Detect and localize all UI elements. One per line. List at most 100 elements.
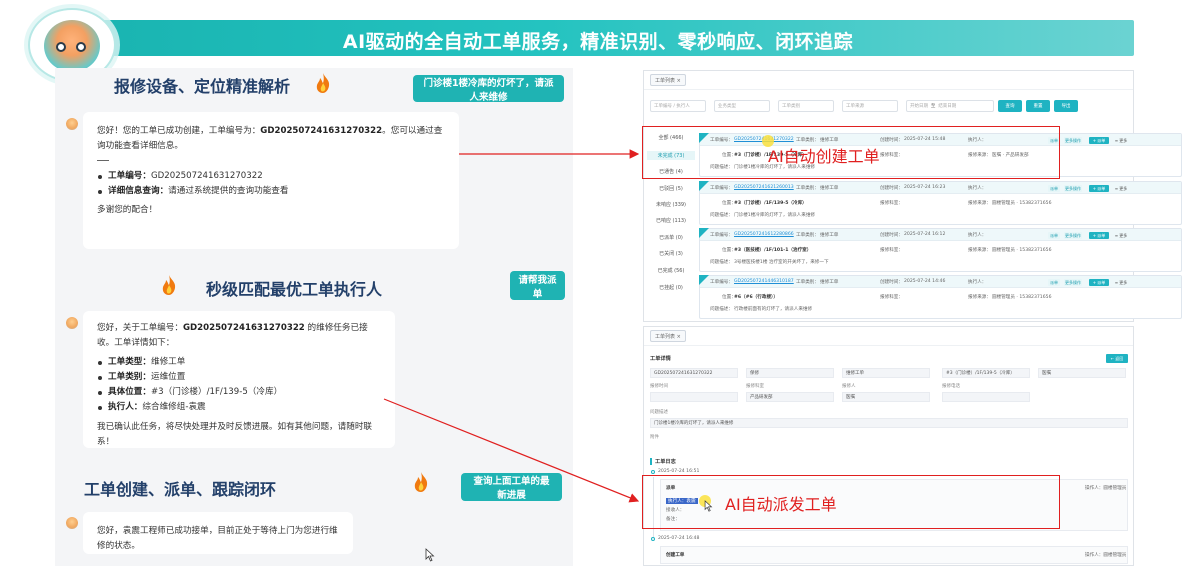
label-created-time: 创建时间：: [880, 233, 903, 238]
side-filter-rejected[interactable]: 已驳回 (5): [647, 185, 695, 192]
side-filter-suspended[interactable]: 已挂起 (0): [647, 284, 695, 291]
msg1-list: 工单编号：GD202507241631270322 详细信息查询：请通过系统提供…: [97, 169, 445, 199]
more-button[interactable]: ≡ 更多: [1113, 232, 1129, 239]
order-no-link[interactable]: GD202507241446310187: [734, 279, 794, 284]
more-ops-link[interactable]: 更多操作: [1064, 232, 1082, 239]
assistant-avatar-icon: [66, 517, 78, 529]
label-report-phone: 报修电话: [942, 384, 960, 389]
item-label: 工单编号：: [108, 171, 151, 182]
item-value: 运维位置: [150, 372, 186, 383]
divider: [644, 89, 1133, 90]
dispatch-button[interactable]: + 派单: [1089, 232, 1109, 239]
item-value: GD202507241631270322: [150, 171, 263, 182]
label-report-dept: 报修科室: [746, 384, 764, 389]
callout-create: AI自动创建工单: [768, 147, 880, 166]
banner-title: AI驱动的全自动工单服务，精准识别、零秒响应、闭环追踪: [342, 31, 854, 53]
msg2-list: 工单类型：维修工单 工单类别：运维位置 具体位置：#3（门诊楼）/1F/139-…: [97, 355, 381, 415]
label-dept: 报修科室：: [880, 201, 903, 206]
section-title-3: 工单创建、派单、跟踪闭环: [84, 480, 277, 499]
log-title: 工单日志: [655, 459, 676, 465]
side-filter-responded[interactable]: 已响应 (113): [647, 217, 695, 224]
order-card[interactable]: 工单编号： GD202507241612280866 工单类别： 维修工单 创建…: [699, 228, 1182, 272]
label-order-no: 工单编号：: [710, 233, 733, 238]
more-ops-link[interactable]: 更多操作: [1064, 185, 1082, 192]
date-separator: 至: [930, 104, 936, 109]
log2-title: 创建工单: [666, 553, 685, 558]
more-ops-link[interactable]: 更多操作: [1064, 279, 1082, 286]
reset-button[interactable]: 重置: [1026, 100, 1050, 112]
tab-order-list[interactable]: 工单列表 ×: [650, 330, 686, 342]
dispatch-link[interactable]: 派单: [1048, 279, 1060, 286]
source: 圆楼管理员 · 15382371656: [992, 248, 1052, 253]
order-no-link[interactable]: GD202507241621260013: [734, 185, 794, 190]
detail-reporter: 医嘱: [1038, 368, 1126, 378]
list-item: 详细信息查询：请通过系统提供的查询功能查看: [97, 184, 445, 199]
assistant-avatar-icon: [66, 118, 78, 130]
order-card[interactable]: 工单编号： GD202507241446310187 工单类别： 维修工单 创建…: [699, 275, 1182, 319]
msg1-intro-pre: 您好！您的工单已成功创建，工单编号为：: [97, 126, 261, 136]
log2-time: 2025-07-24 16:48: [658, 536, 700, 541]
more-button[interactable]: ≡ 更多: [1113, 137, 1129, 144]
more-ops-link[interactable]: 更多操作: [1064, 137, 1082, 144]
business-type-filter[interactable]: 业务类型: [714, 100, 770, 112]
created-time: 2025-07-24 14:46: [904, 279, 946, 284]
tab-order-list[interactable]: 工单列表 ×: [650, 74, 686, 86]
dispatch-button[interactable]: + 派单: [1089, 185, 1109, 192]
dispatch-request-button[interactable]: 请帮我派单: [510, 271, 565, 300]
more-button[interactable]: ≡ 更多: [1113, 185, 1129, 192]
label-dept: 报修科室：: [880, 295, 903, 300]
item-label: 工单类型：: [108, 357, 151, 368]
order-no-link[interactable]: GD202507241612280866: [734, 232, 794, 237]
label-executor: 执行人：: [968, 280, 987, 285]
more-button[interactable]: ≡ 更多: [1113, 279, 1129, 286]
label-executor: 执行人：: [968, 186, 987, 191]
order-no-filter[interactable]: 工单编号 / 执行人: [650, 100, 706, 112]
source: 圆楼管理员 · 15382371656: [992, 201, 1052, 206]
list-item: 具体位置：#3（门诊楼）/1F/139-5（冷库）: [97, 385, 381, 400]
dispatch-link[interactable]: 派单: [1048, 185, 1060, 192]
item-label: 详细信息查询：: [108, 186, 169, 197]
label-description: 问题描述：: [710, 307, 733, 312]
side-filter-unresponded[interactable]: 未响应 (339): [647, 201, 695, 208]
order-type: 维修工单: [820, 233, 839, 238]
detail-report-time: [650, 392, 738, 402]
dispatch-link[interactable]: 派单: [1048, 232, 1060, 239]
user-request-button-1[interactable]: 门诊楼1楼冷库的灯坏了，请派人来维修: [413, 75, 564, 103]
order-category-filter[interactable]: 工单类别: [778, 100, 834, 112]
order-card[interactable]: 工单编号： GD202507241621260013 工单类别： 维修工单 创建…: [699, 181, 1182, 225]
query-progress-button[interactable]: 查询上面工单的最新进展: [461, 473, 562, 501]
msg2-intro: 您好，关于工单编号：GD202507241631270322 的维修任务已接收。…: [97, 321, 381, 351]
msg2-closing: 我已确认此任务，将尽快处理并及时反馈进展。如有其他问题，请随时联系！: [97, 422, 373, 448]
side-filter-dispatched[interactable]: 已派单 (0): [647, 234, 695, 241]
list-item: 执行人：综合维修组-袁震: [97, 400, 381, 415]
timeline-dot: [651, 537, 655, 541]
label-dept: 报修科室：: [880, 248, 903, 253]
order-type: 维修工单: [820, 186, 839, 191]
fire-icon: [316, 73, 330, 93]
description: 行政楼前面有的灯坏了，请派人来维修: [734, 307, 813, 312]
search-button[interactable]: 查询: [998, 100, 1022, 112]
assistant-avatar-icon: [66, 317, 78, 329]
log-entry-create: 创建工单 操作人：圆楼管理员: [660, 546, 1128, 564]
label-description: 问题描述：: [710, 213, 733, 218]
page-root: AI驱动的全自动工单服务，精准识别、零秒响应、闭环追踪 报修设备、定位精准解析 …: [0, 0, 1184, 582]
detail-description: 门诊楼1楼冷库的灯坏了，请派人来维修: [650, 418, 1128, 428]
start-date: 开始日期: [910, 104, 928, 109]
export-button[interactable]: 导出: [1054, 100, 1078, 112]
date-range-filter[interactable]: 开始日期 至 结束日期: [906, 100, 994, 112]
list-item: 工单编号：GD202507241631270322: [97, 169, 445, 184]
item-value: 维修工单: [150, 357, 186, 368]
fire-icon: [414, 472, 428, 492]
back-button[interactable]: ← 返回: [1106, 354, 1128, 363]
log2-operator: 操作人：圆楼管理员: [1085, 553, 1127, 558]
order-source-filter[interactable]: 工单来源: [842, 100, 898, 112]
dispatch-button[interactable]: + 派单: [1089, 137, 1109, 144]
side-filter-closed[interactable]: 已关闭 (3): [647, 250, 695, 257]
side-filter-completed[interactable]: 已完成 (56): [647, 267, 695, 274]
robot-face: [44, 20, 100, 72]
location: #6（#6（行政楼））: [734, 295, 778, 300]
dispatch-button[interactable]: + 派单: [1089, 279, 1109, 286]
item-label: 执行人：: [108, 402, 143, 413]
label-order-no: 工单编号：: [710, 280, 733, 285]
timeline-dot: [651, 470, 655, 474]
